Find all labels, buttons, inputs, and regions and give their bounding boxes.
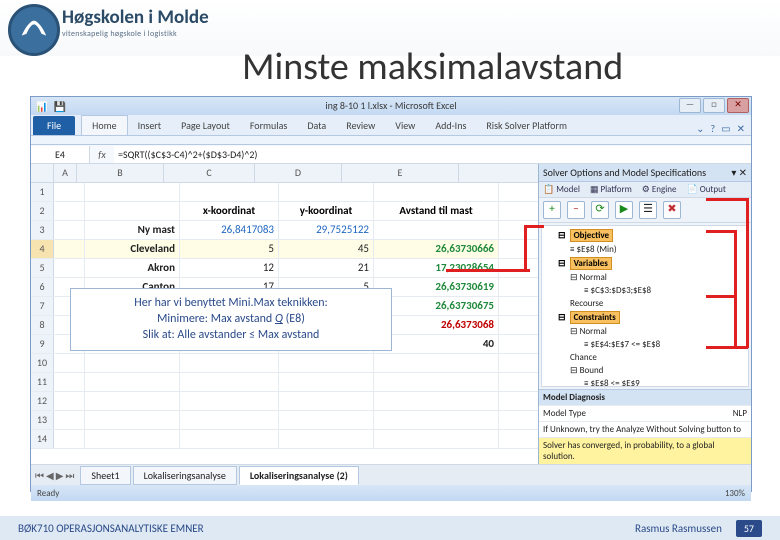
arrow-line — [706, 230, 736, 233]
remove-button[interactable]: − — [567, 201, 585, 219]
arrow-line — [706, 198, 748, 201]
solver-tab-engine[interactable]: ⚙ Engine — [642, 184, 677, 195]
arrow-line — [524, 225, 527, 272]
solve-button[interactable]: ▶ — [615, 201, 633, 219]
refresh-button[interactable]: ⟳ — [591, 201, 609, 219]
solver-tree[interactable]: Objective ≡ $E$8 (Min) Variables Normal … — [541, 225, 749, 387]
help-icon[interactable]: ? — [711, 122, 716, 135]
arrow-line — [734, 230, 737, 348]
tab-insert[interactable]: Insert — [128, 116, 172, 135]
university-name: Høgskolen i Molde vitenskapelig høgskole… — [62, 6, 209, 39]
sheet-tab-2[interactable]: Lokaliseringsanalyse — [133, 466, 237, 485]
tab-data[interactable]: Data — [297, 116, 336, 135]
col-d[interactable]: D — [255, 164, 342, 182]
model-diagnosis: Model Diagnosis Model TypeNLP If Unknown… — [539, 389, 751, 464]
status-text: Ready — [37, 488, 59, 499]
minimize-button[interactable]: — — [679, 98, 701, 113]
formula-input[interactable]: =SQRT(($C$3-C4)^2+($D$3-D4)^2) — [114, 146, 751, 163]
solver-pane: Solver Options and Model Specifications … — [538, 164, 751, 464]
explanation-callout: Her har vi benyttet Mini.Max teknikken: … — [70, 288, 392, 351]
pane-close-icon[interactable]: ▾ ✕ — [731, 166, 747, 179]
next-sheet-icon[interactable]: ▶ — [56, 469, 64, 482]
sheet-tab-bar: ⏮ ◀ ▶ ⏭ Sheet1 Lokaliseringsanalyse Loka… — [31, 464, 751, 485]
close-button[interactable]: ✕ — [727, 98, 749, 113]
settings-button[interactable]: ☰ — [639, 201, 657, 219]
fx-icon[interactable]: fx — [90, 148, 114, 161]
prev-sheet-icon[interactable]: ◀ — [46, 469, 54, 482]
tab-home[interactable]: Home — [81, 115, 127, 135]
restore-icon[interactable]: ▭ — [721, 122, 730, 135]
col-e[interactable]: E — [342, 164, 459, 182]
tab-review[interactable]: Review — [336, 116, 385, 135]
solver-pane-title: Solver Options and Model Specifications — [543, 166, 706, 179]
col-a[interactable]: A — [54, 164, 77, 182]
save-icon[interactable]: 💾 — [53, 98, 67, 112]
university-logo — [8, 4, 60, 56]
excel-icon: 📊 — [35, 98, 49, 112]
footer-author: Rasmus Rasmussen — [635, 522, 722, 535]
zoom-level[interactable]: 130% — [725, 488, 745, 499]
footer-course: BØK710 OPERASJONSANALYTISKE EMNER — [18, 522, 204, 535]
slide-title: Minste maksimalavstand — [242, 44, 623, 90]
arrow-line — [446, 269, 530, 272]
ribbon-tabs: File Home Insert Page Layout Formulas Da… — [31, 115, 751, 136]
maximize-button[interactable]: □ — [703, 98, 725, 113]
solver-tab-output[interactable]: 📄 Output — [687, 184, 726, 195]
add-button[interactable]: + — [543, 201, 561, 219]
arrow-line — [524, 225, 544, 228]
select-all[interactable] — [31, 164, 54, 182]
tab-risk-solver[interactable]: Risk Solver Platform — [476, 116, 577, 135]
solver-tab-platform[interactable]: ▦ Platform — [590, 184, 632, 195]
minimize-ribbon-icon[interactable]: ⌄ — [696, 122, 704, 135]
page-number: 57 — [736, 520, 762, 537]
window-titlebar: 📊 💾 ing 8-10 1 l.xlsx - Microsoft Excel … — [31, 97, 751, 115]
tab-formulas[interactable]: Formulas — [240, 116, 297, 135]
close-icon[interactable]: ✖ — [663, 201, 681, 219]
tab-addins[interactable]: Add-Ins — [425, 116, 476, 135]
arrow-line — [706, 295, 736, 298]
sheet-tab-3[interactable]: Lokaliseringsanalyse (2) — [239, 466, 359, 485]
window-title: ing 8-10 1 l.xlsx - Microsoft Excel — [325, 99, 456, 112]
sheet-tab-1[interactable]: Sheet1 — [80, 466, 130, 485]
tab-page-layout[interactable]: Page Layout — [171, 116, 240, 135]
col-b[interactable]: B — [77, 164, 164, 182]
solver-tab-model[interactable]: 📋 Model — [543, 184, 580, 195]
last-sheet-icon[interactable]: ⏭ — [65, 469, 74, 482]
close-workbook-icon[interactable]: ✕ — [737, 122, 745, 135]
name-box[interactable]: E4 — [31, 146, 90, 163]
first-sheet-icon[interactable]: ⏮ — [35, 469, 44, 482]
file-tab[interactable]: File — [33, 116, 75, 135]
arrow-line — [706, 346, 748, 349]
col-c[interactable]: C — [164, 164, 255, 182]
tab-view[interactable]: View — [385, 116, 425, 135]
arrow-line — [746, 198, 749, 348]
